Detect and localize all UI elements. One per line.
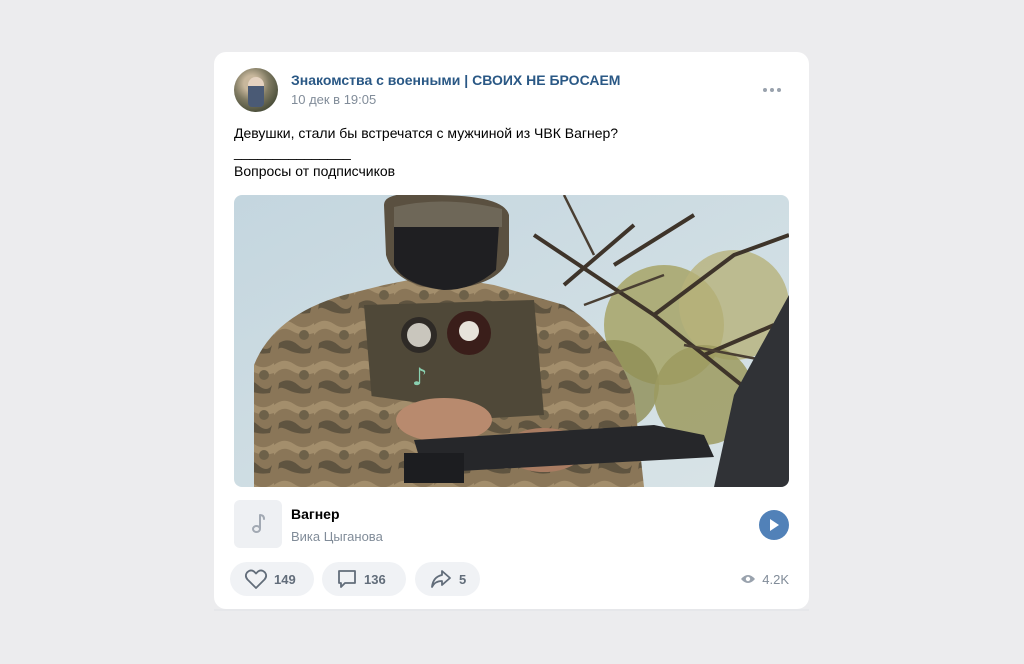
card-divider xyxy=(214,609,809,611)
heart-icon xyxy=(244,569,268,589)
share-arrow-icon xyxy=(431,570,451,588)
views-counter: 4.2K xyxy=(740,570,789,588)
play-button[interactable] xyxy=(759,510,789,540)
comment-button[interactable]: 136 xyxy=(322,562,406,596)
post-text: Девушки, стали бы встречатся с мужчиной … xyxy=(234,122,618,182)
post-card: Знакомства с военными | СВОИХ НЕ БРОСАЕМ… xyxy=(214,52,809,609)
post-text-line: Девушки, стали бы встречатся с мужчиной … xyxy=(234,125,619,141)
like-count: 149 xyxy=(274,571,296,587)
music-note-icon xyxy=(234,500,282,548)
views-count: 4.2K xyxy=(762,571,789,587)
group-avatar[interactable] xyxy=(234,68,278,112)
group-name-link[interactable]: Знакомства с военными | СВОИХ НЕ БРОСАЕМ xyxy=(291,72,620,88)
comment-icon xyxy=(338,570,356,588)
post-text-line: Вопросы от подписчиков xyxy=(234,163,396,179)
audio-title[interactable]: Вагнер xyxy=(291,506,340,522)
post-text-line: _______________ xyxy=(234,144,351,160)
audio-artist[interactable]: Вика Цыганова xyxy=(291,529,383,544)
like-button[interactable]: 149 xyxy=(230,562,314,596)
share-count: 5 xyxy=(459,571,467,587)
post-actions: 149 136 5 4.2K xyxy=(230,562,789,596)
post-header: Знакомства с военными | СВОИХ НЕ БРОСАЕМ… xyxy=(234,68,789,112)
share-button[interactable]: 5 xyxy=(415,562,480,596)
post-date[interactable]: 10 дек в 19:05 xyxy=(291,92,376,107)
audio-attachment[interactable]: Вагнер Вика Цыганова xyxy=(234,500,789,550)
svg-text:♪: ♪ xyxy=(412,363,427,391)
comment-count: 136 xyxy=(364,571,386,587)
post-photo[interactable]: ♪ xyxy=(234,195,789,487)
more-dots-icon[interactable] xyxy=(760,83,784,97)
play-icon xyxy=(770,519,779,531)
eye-icon xyxy=(741,575,756,583)
